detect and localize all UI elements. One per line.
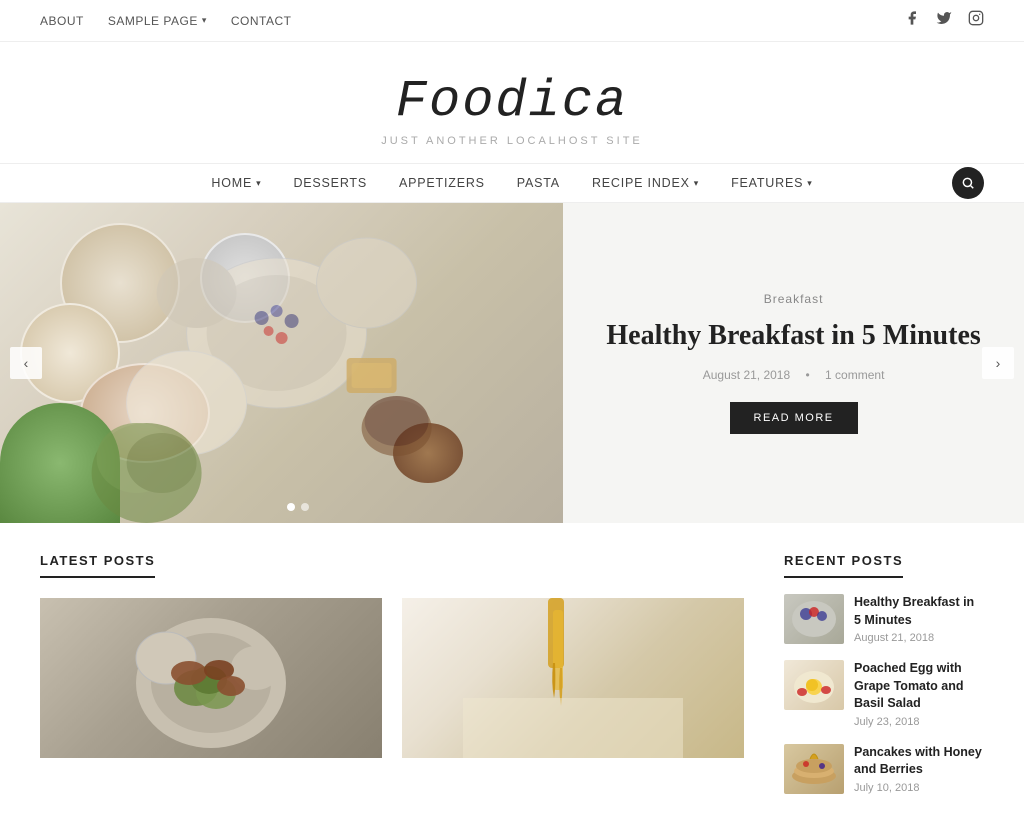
posts-grid [40,598,744,758]
hero-content: Breakfast Healthy Breakfast in 5 Minutes… [563,203,1024,523]
latest-posts-section: LATEST POSTS [40,553,744,810]
post-card-2[interactable] [402,598,744,758]
latest-posts-title: LATEST POSTS [40,553,155,578]
top-nav: ABOUT SAMPLE PAGE ▾ CONTACT [0,0,1024,42]
recent-post-3[interactable]: Pancakes with Honey and Berries July 10,… [784,744,984,794]
hero-separator: • [806,368,810,382]
main-nav: HOME ▾ DESSERTS APPETIZERS PASTA RECIPE … [0,163,1024,203]
post-card-1[interactable] [40,598,382,758]
search-button[interactable] [952,167,984,199]
hero-date: August 21, 2018 [703,368,790,382]
recent-post-thumb-2 [784,660,844,710]
nav-pasta[interactable]: PASTA [517,176,560,190]
recent-post-date-3: July 10, 2018 [854,782,984,794]
nav-features[interactable]: FEATURES ▾ [731,176,812,190]
nav-contact[interactable]: CONTACT [231,14,292,28]
recent-post-1[interactable]: Healthy Breakfast in 5 Minutes August 21… [784,594,984,644]
site-header: Foodica Just Another Localhost Site [0,42,1024,163]
twitter-icon[interactable] [936,10,952,31]
sidebar: RECENT POSTS Healthy Breakfast in 5 Minu… [784,553,984,810]
hero-title: Healthy Breakfast in 5 Minutes [606,318,980,354]
chevron-down-icon: ▾ [256,178,261,189]
hero-meta: August 21, 2018 • 1 comment [697,368,891,382]
hero-category: Breakfast [764,292,824,306]
social-icons [904,10,984,31]
slider-dot-2[interactable] [301,503,309,511]
recent-post-info-2: Poached Egg with Grape Tomato and Basil … [854,660,984,728]
recent-post-title-3: Pancakes with Honey and Berries [854,744,984,779]
slider-dot-1[interactable] [287,503,295,511]
site-tagline: Just Another Localhost Site [20,135,1004,147]
recent-post-thumb-1 [784,594,844,644]
hero-image [0,203,563,523]
chevron-down-icon: ▾ [807,178,812,189]
hero-comments: 1 comment [825,368,884,382]
chevron-down-icon: ▾ [202,15,207,26]
nav-home[interactable]: HOME ▾ [211,176,261,190]
site-title: Foodica [20,72,1004,131]
facebook-icon[interactable] [904,10,920,31]
nav-appetizers[interactable]: APPETIZERS [399,176,485,190]
nav-recipe-index[interactable]: RECIPE INDEX ▾ [592,176,699,190]
nav-sample-page[interactable]: SAMPLE PAGE ▾ [108,14,207,28]
read-more-button[interactable]: READ MORE [730,402,858,434]
top-nav-links: ABOUT SAMPLE PAGE ▾ CONTACT [40,14,291,28]
recent-post-date-2: July 23, 2018 [854,716,984,728]
recent-post-date-1: August 21, 2018 [854,632,984,644]
nav-about[interactable]: ABOUT [40,14,84,28]
recent-post-title-1: Healthy Breakfast in 5 Minutes [854,594,984,629]
chevron-down-icon: ▾ [694,178,699,189]
recent-post-2[interactable]: Poached Egg with Grape Tomato and Basil … [784,660,984,728]
instagram-icon[interactable] [968,10,984,31]
content-section: LATEST POSTS [0,523,1024,840]
slider-dots [287,503,309,511]
nav-desserts[interactable]: DESSERTS [293,176,367,190]
recent-post-thumb-3 [784,744,844,794]
recent-post-info-3: Pancakes with Honey and Berries July 10,… [854,744,984,794]
hero-slider: Breakfast Healthy Breakfast in 5 Minutes… [0,203,1024,523]
post-thumb-1 [40,598,382,758]
slider-prev-button[interactable]: ‹ [10,347,42,379]
post-thumb-2 [402,598,744,758]
slider-next-button[interactable]: › [982,347,1014,379]
recent-post-info-1: Healthy Breakfast in 5 Minutes August 21… [854,594,984,644]
recent-posts-title: RECENT POSTS [784,553,903,578]
recent-post-title-2: Poached Egg with Grape Tomato and Basil … [854,660,984,713]
